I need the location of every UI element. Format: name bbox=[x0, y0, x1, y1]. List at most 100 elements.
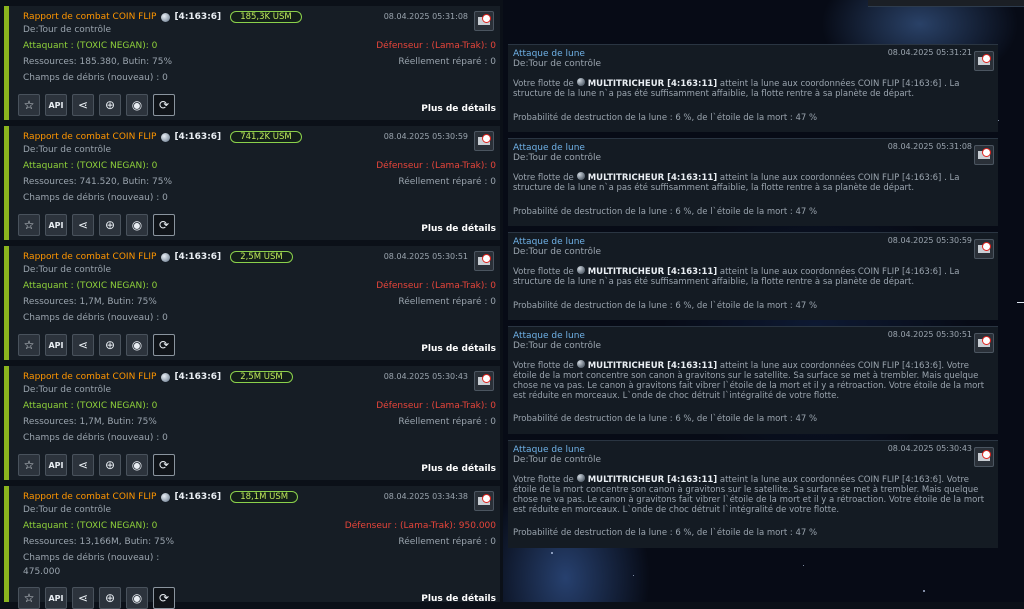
target-icon[interactable]: ⊕ bbox=[99, 587, 121, 609]
api-icon[interactable]: API bbox=[45, 587, 67, 609]
resources-info: Ressources: 185.380, Butin: 75% bbox=[23, 57, 172, 67]
details-link[interactable]: Plus de détails bbox=[421, 464, 496, 474]
message-date: 08.04.2025 05:31:21 bbox=[887, 48, 972, 57]
spy-icon[interactable]: ⟳ bbox=[153, 214, 175, 236]
destruction-probability: Probabilité de destruction de la lune : … bbox=[513, 414, 818, 424]
delete-message-button[interactable] bbox=[474, 371, 494, 391]
fleet-prefix: Votre flotte de bbox=[513, 475, 574, 485]
message-body: Votre flotte de MULTITRICHEUR [4:163:11] … bbox=[513, 172, 991, 193]
share-icon[interactable]: ⋖ bbox=[72, 214, 94, 236]
api-icon[interactable]: API bbox=[45, 334, 67, 356]
message-title[interactable]: Attaque de lune bbox=[513, 143, 585, 153]
delete-message-button[interactable] bbox=[474, 11, 494, 31]
star-icon[interactable]: ☆ bbox=[18, 334, 40, 356]
details-link[interactable]: Plus de détails bbox=[421, 104, 496, 114]
player-link[interactable]: MULTITRICHEUR [4:163:11] bbox=[588, 475, 717, 485]
target-icon[interactable]: ⊕ bbox=[99, 214, 121, 236]
target-icon[interactable]: ⊕ bbox=[99, 454, 121, 476]
attacker-info: Attaquant : (TOXIC NEGAN): 0 bbox=[23, 281, 158, 291]
moon-icon bbox=[576, 266, 585, 274]
message-sender: De:Tour de contrôle bbox=[513, 59, 602, 69]
forbidden-icon bbox=[482, 254, 491, 263]
delete-message-button[interactable] bbox=[474, 131, 494, 151]
star-icon[interactable]: ☆ bbox=[18, 454, 40, 476]
moon-icon bbox=[576, 78, 585, 86]
repaired-info: Réellement réparé : 0 bbox=[398, 177, 496, 187]
star-icon[interactable]: ☆ bbox=[18, 587, 40, 609]
report-sender: De:Tour de contrôle bbox=[23, 505, 112, 515]
message-title[interactable]: Attaque de lune bbox=[513, 49, 585, 59]
eye-icon[interactable]: ◉ bbox=[126, 214, 148, 236]
delete-message-button[interactable] bbox=[974, 333, 994, 353]
combat-report-list: Rapport de combat COIN FLIP [4:163:6] 18… bbox=[0, 0, 501, 609]
moon-attack-message: Attaque de lune De:Tour de contrôle 08.0… bbox=[508, 138, 998, 226]
share-icon[interactable]: ⋖ bbox=[72, 587, 94, 609]
report-coords[interactable]: [4:163:6] bbox=[174, 12, 221, 22]
star-icon[interactable]: ☆ bbox=[18, 94, 40, 116]
report-date: 08.04.2025 05:31:08 bbox=[383, 12, 468, 21]
moon-icon bbox=[576, 360, 585, 368]
details-link[interactable]: Plus de détails bbox=[421, 594, 496, 604]
delete-message-button[interactable] bbox=[974, 447, 994, 467]
eye-icon[interactable]: ◉ bbox=[126, 94, 148, 116]
forbidden-icon bbox=[482, 14, 491, 23]
api-icon[interactable]: API bbox=[45, 454, 67, 476]
report-title[interactable]: Rapport de combat COIN FLIP bbox=[23, 12, 156, 22]
delete-message-button[interactable] bbox=[974, 145, 994, 165]
report-date: 08.04.2025 05:30:59 bbox=[383, 132, 468, 141]
api-icon[interactable]: API bbox=[45, 94, 67, 116]
player-link[interactable]: MULTITRICHEUR [4:163:11] bbox=[588, 79, 717, 89]
eye-icon[interactable]: ◉ bbox=[126, 454, 148, 476]
message-sender: De:Tour de contrôle bbox=[513, 247, 602, 257]
report-actions: ☆ API ⋖ ⊕ ◉ ⟳ bbox=[18, 334, 175, 356]
usm-badge: 18,1M USM bbox=[230, 491, 299, 503]
message-text: atteint la lune aux coordonnées COIN FLI… bbox=[513, 361, 985, 401]
share-icon[interactable]: ⋖ bbox=[72, 334, 94, 356]
report-coords[interactable]: [4:163:6] bbox=[174, 132, 221, 142]
message-title[interactable]: Attaque de lune bbox=[513, 237, 585, 247]
delete-message-button[interactable] bbox=[974, 51, 994, 71]
eye-icon[interactable]: ◉ bbox=[126, 587, 148, 609]
message-date: 08.04.2025 05:31:08 bbox=[887, 142, 972, 151]
message-title[interactable]: Attaque de lune bbox=[513, 445, 585, 455]
share-icon[interactable]: ⋖ bbox=[72, 454, 94, 476]
message-date: 08.04.2025 05:30:51 bbox=[887, 330, 972, 339]
forbidden-icon bbox=[982, 336, 991, 345]
debris-info: Champs de débris (nouveau) : 0 bbox=[23, 433, 168, 443]
attacker-info: Attaquant : (TOXIC NEGAN): 0 bbox=[23, 521, 158, 531]
target-icon[interactable]: ⊕ bbox=[99, 334, 121, 356]
fleet-prefix: Votre flotte de bbox=[513, 267, 574, 277]
report-coords[interactable]: [4:163:6] bbox=[174, 492, 221, 502]
api-icon[interactable]: API bbox=[45, 214, 67, 236]
report-title[interactable]: Rapport de combat COIN FLIP bbox=[23, 372, 156, 382]
message-sender: De:Tour de contrôle bbox=[513, 455, 602, 465]
moon-attack-message: Attaque de lune De:Tour de contrôle 08.0… bbox=[508, 44, 998, 132]
repaired-info: Réellement réparé : 0 bbox=[398, 537, 496, 547]
player-link[interactable]: MULTITRICHEUR [4:163:11] bbox=[588, 361, 717, 371]
report-coords[interactable]: [4:163:6] bbox=[174, 372, 221, 382]
report-coords[interactable]: [4:163:6] bbox=[174, 252, 221, 262]
details-link[interactable]: Plus de détails bbox=[421, 224, 496, 234]
player-link[interactable]: MULTITRICHEUR [4:163:11] bbox=[588, 267, 717, 277]
report-title[interactable]: Rapport de combat COIN FLIP bbox=[23, 492, 156, 502]
debris-info: Champs de débris (nouveau) : 0 bbox=[23, 313, 168, 323]
spy-icon[interactable]: ⟳ bbox=[153, 454, 175, 476]
spy-icon[interactable]: ⟳ bbox=[153, 94, 175, 116]
star-icon[interactable]: ☆ bbox=[18, 214, 40, 236]
eye-icon[interactable]: ◉ bbox=[126, 334, 148, 356]
defender-info: Défenseur : (Lama-Trak): 0 bbox=[376, 41, 496, 51]
delete-message-button[interactable] bbox=[974, 239, 994, 259]
report-title[interactable]: Rapport de combat COIN FLIP bbox=[23, 132, 156, 142]
spy-icon[interactable]: ⟳ bbox=[153, 587, 175, 609]
target-icon[interactable]: ⊕ bbox=[99, 94, 121, 116]
player-link[interactable]: MULTITRICHEUR [4:163:11] bbox=[588, 173, 717, 183]
share-icon[interactable]: ⋖ bbox=[72, 94, 94, 116]
debris-info: Champs de débris (nouveau) : 0 bbox=[23, 193, 168, 203]
message-title[interactable]: Attaque de lune bbox=[513, 331, 585, 341]
delete-message-button[interactable] bbox=[474, 251, 494, 271]
repaired-info: Réellement réparé : 0 bbox=[398, 57, 496, 67]
report-title[interactable]: Rapport de combat COIN FLIP bbox=[23, 252, 156, 262]
details-link[interactable]: Plus de détails bbox=[421, 344, 496, 354]
spy-icon[interactable]: ⟳ bbox=[153, 334, 175, 356]
delete-message-button[interactable] bbox=[474, 491, 494, 511]
